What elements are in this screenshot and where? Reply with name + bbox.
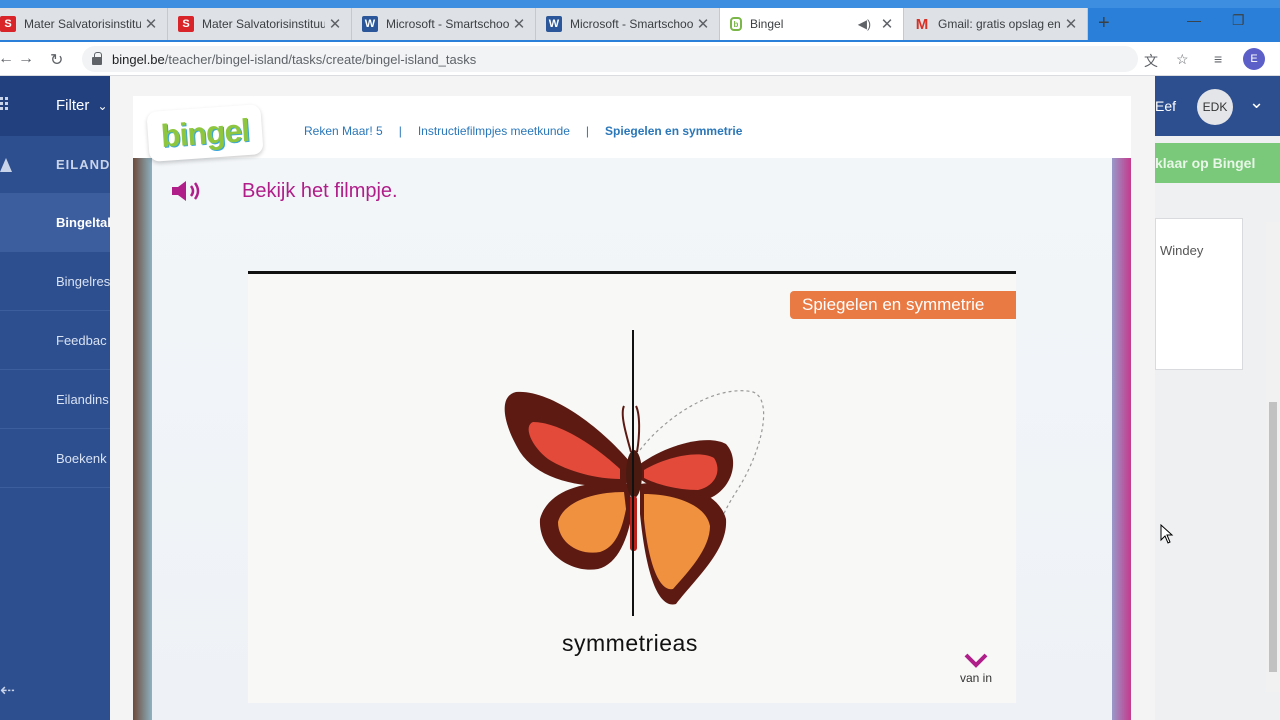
tab-bingel[interactable]: b Bingel ◀) ✕ (720, 8, 904, 40)
chevron-down-icon[interactable]: ⌄ (1249, 92, 1264, 113)
word-icon: W (362, 16, 378, 32)
sidebar-item-feedback[interactable]: Feedbac (0, 312, 110, 370)
tab-close-icon[interactable]: ✕ (141, 15, 161, 33)
sidebar-header: EILAND (0, 136, 110, 194)
sidebar-item-label: Eilandins (56, 392, 109, 407)
lock-icon (92, 52, 102, 65)
page-scrollbar[interactable] (1266, 222, 1280, 692)
breadcrumb: Reken Maar! 5 | Instructiefilmpjes meetk… (304, 124, 742, 138)
video-title-badge: Spiegelen en symmetrie (790, 291, 1016, 319)
speaker-icon[interactable] (170, 178, 206, 209)
minimize-icon[interactable]: — (1187, 12, 1201, 28)
gmail-icon: M (915, 15, 929, 33)
island-icon (0, 156, 12, 172)
sidebar-item-label: Bingelres (56, 274, 110, 289)
new-tab-button[interactable]: + (1098, 12, 1110, 35)
smartschool-icon: S (0, 16, 16, 32)
bookmark-star-icon[interactable]: ☆ (1176, 51, 1189, 68)
user-name: Eef (1155, 98, 1177, 114)
publisher-name: van in (959, 671, 993, 685)
filter-label: Filter (56, 97, 90, 114)
sidebar-item-eilandinstellingen[interactable]: Eilandins (0, 371, 110, 429)
tab-bar-strip (0, 0, 1280, 8)
tab-gmail[interactable]: M Gmail: gratis opslag en ✕ (904, 8, 1088, 40)
breadcrumb-item[interactable]: Instructiefilmpjes meetkunde (418, 124, 570, 138)
tab-mater-salvatoris-2[interactable]: S Mater Salvatorisinstituut ✕ (168, 8, 352, 40)
bingel-logo-text: bingel (159, 111, 251, 154)
back-icon[interactable]: ← (0, 50, 14, 68)
bingel-icon: b (730, 17, 742, 31)
symmetry-axis-label: symmetrieas (562, 630, 698, 656)
smartschool-icon: S (178, 16, 194, 32)
word-icon: W (546, 16, 562, 32)
van-in-logo: van in (952, 652, 1000, 685)
sidebar-header-label: EILAND (56, 157, 110, 172)
tab-title: Microsoft - Smartschool (386, 17, 509, 31)
url-field[interactable]: bingel.be/teacher/bingel-island/tasks/cr… (82, 46, 1138, 72)
mouse-cursor-icon (1160, 523, 1174, 549)
user-avatar[interactable]: EDK (1197, 89, 1233, 125)
sidebar-item-bingeltaken[interactable]: Bingeltak (0, 194, 110, 252)
speaker-icon[interactable]: ◀) (858, 17, 871, 31)
sidebar-item-bingelresultaten[interactable]: Bingelres (0, 253, 110, 311)
translate-icon[interactable]: 文 (1144, 51, 1158, 71)
restore-icon[interactable]: ❐ (1232, 12, 1245, 29)
collapse-sidebar-icon[interactable]: ⇠ (0, 680, 15, 701)
bingel-logo: bingel (146, 104, 264, 162)
breadcrumb-current: Spiegelen en symmetrie (605, 124, 743, 138)
breadcrumb-separator: | (585, 124, 590, 138)
tab-microsoft-smartschool-1[interactable]: W Microsoft - Smartschool ✕ (352, 8, 536, 40)
breadcrumb-item[interactable]: Reken Maar! 5 (304, 124, 383, 138)
apps-grid-icon[interactable] (0, 97, 12, 111)
tab-close-icon[interactable]: ✕ (1061, 15, 1081, 33)
tab-title: Gmail: gratis opslag en (938, 17, 1061, 31)
instruction-text: Bekijk het filmpje. (242, 180, 398, 202)
address-bar: ← → ↻ bingel.be/teacher/bingel-island/ta… (0, 42, 1280, 76)
tab-title: Bingel (750, 17, 784, 31)
tab-title: Mater Salvatorisinstituut (24, 17, 141, 31)
tab-close-icon[interactable]: ✕ (693, 15, 713, 33)
reload-icon[interactable]: ↻ (50, 50, 63, 70)
tab-close-icon[interactable]: ✕ (509, 15, 529, 33)
sidebar-item-label: Feedbac (56, 333, 107, 348)
tab-title: Mater Salvatorisinstituut (202, 17, 325, 31)
forward-icon[interactable]: → (18, 50, 34, 68)
tab-mater-salvatoris-1[interactable]: S Mater Salvatorisinstituut ✕ (0, 8, 168, 40)
van-in-heart-icon (964, 653, 988, 668)
ready-on-bingel-label: klaar op Bingel (1155, 155, 1256, 171)
student-panel: Windey (1155, 218, 1243, 370)
sidebar-item-label: Bingeltak (56, 215, 110, 230)
student-name: Windey (1160, 243, 1204, 258)
tab-microsoft-smartschool-2[interactable]: W Microsoft - Smartschool ✕ (536, 8, 720, 40)
breadcrumb-separator: | (398, 124, 402, 138)
ready-on-bingel-button[interactable]: klaar op Bingel (1155, 143, 1280, 183)
chevron-down-icon: ⌄ (97, 99, 108, 113)
tab-close-icon[interactable]: ✕ (325, 15, 345, 33)
profile-avatar[interactable]: E (1243, 48, 1265, 70)
scrollbar-thumb[interactable] (1269, 402, 1277, 672)
sidebar-item-boekenkast[interactable]: Boekenk (0, 430, 110, 488)
media-control-icon[interactable]: ≡ (1214, 51, 1222, 67)
tab-title: Microsoft - Smartschool (570, 17, 693, 31)
sidebar-item-label: Boekenk (56, 451, 107, 466)
filter-dropdown[interactable]: Filter ⌄ (56, 97, 108, 114)
tab-close-icon[interactable]: ✕ (877, 15, 897, 33)
url-host: bingel.be (112, 51, 165, 67)
url-path: /teacher/bingel-island/tasks/create/bing… (164, 51, 477, 67)
